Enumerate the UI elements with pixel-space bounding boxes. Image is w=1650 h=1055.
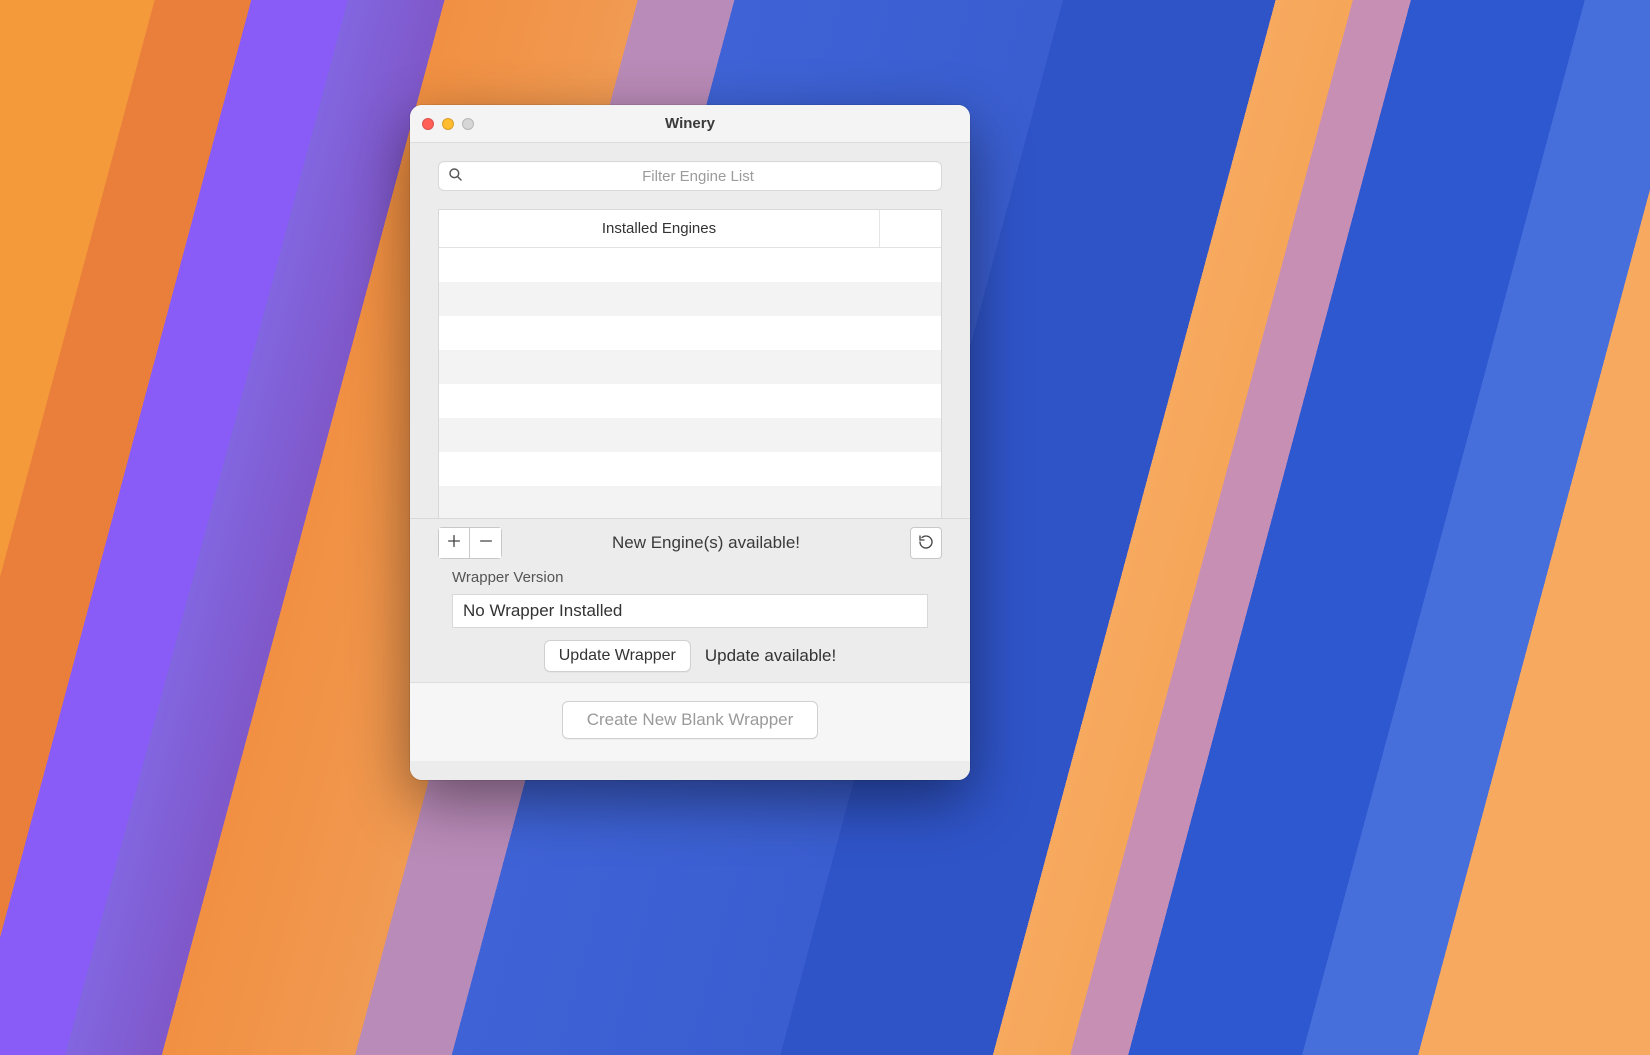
traffic-lights [422, 118, 474, 130]
table-row [439, 282, 941, 316]
table-row [439, 418, 941, 452]
update-row: Update Wrapper Update available! [410, 628, 970, 682]
window-title: Winery [410, 115, 970, 132]
update-status-text: Update available! [705, 646, 836, 666]
search-input[interactable] [463, 168, 933, 185]
update-wrapper-button[interactable]: Update Wrapper [544, 640, 691, 672]
table-row [439, 384, 941, 418]
table-row [439, 316, 941, 350]
close-window-button[interactable] [422, 118, 434, 130]
create-blank-wrapper-button[interactable]: Create New Blank Wrapper [562, 701, 819, 739]
add-remove-group [438, 527, 502, 559]
window-body: Installed Engines [410, 143, 970, 780]
table-row [439, 486, 941, 518]
wrapper-version-value: No Wrapper Installed [463, 601, 622, 621]
column-installed-engines[interactable]: Installed Engines [439, 220, 879, 237]
footer-area: Create New Blank Wrapper [410, 682, 970, 761]
minus-icon [478, 532, 494, 555]
search-row [410, 161, 970, 209]
wrapper-version-label: Wrapper Version [410, 559, 970, 594]
app-window: Winery Installed Engines [410, 105, 970, 780]
table-row [439, 350, 941, 384]
engines-table: Installed Engines [438, 209, 942, 519]
search-box[interactable] [438, 161, 942, 191]
column-secondary[interactable] [879, 210, 941, 247]
refresh-button[interactable] [910, 527, 942, 559]
table-row [439, 248, 941, 282]
refresh-icon [918, 534, 934, 553]
table-header: Installed Engines [439, 210, 941, 248]
add-engine-button[interactable] [438, 527, 470, 559]
table-body[interactable] [439, 248, 941, 518]
plus-icon [446, 532, 462, 555]
titlebar: Winery [410, 105, 970, 143]
engine-status-text: New Engine(s) available! [502, 533, 910, 553]
wrapper-version-field[interactable]: No Wrapper Installed [452, 594, 928, 628]
search-icon [447, 166, 463, 187]
maximize-window-button[interactable] [462, 118, 474, 130]
remove-engine-button[interactable] [470, 527, 502, 559]
table-row [439, 452, 941, 486]
minimize-window-button[interactable] [442, 118, 454, 130]
engine-toolbar: New Engine(s) available! [410, 518, 970, 559]
